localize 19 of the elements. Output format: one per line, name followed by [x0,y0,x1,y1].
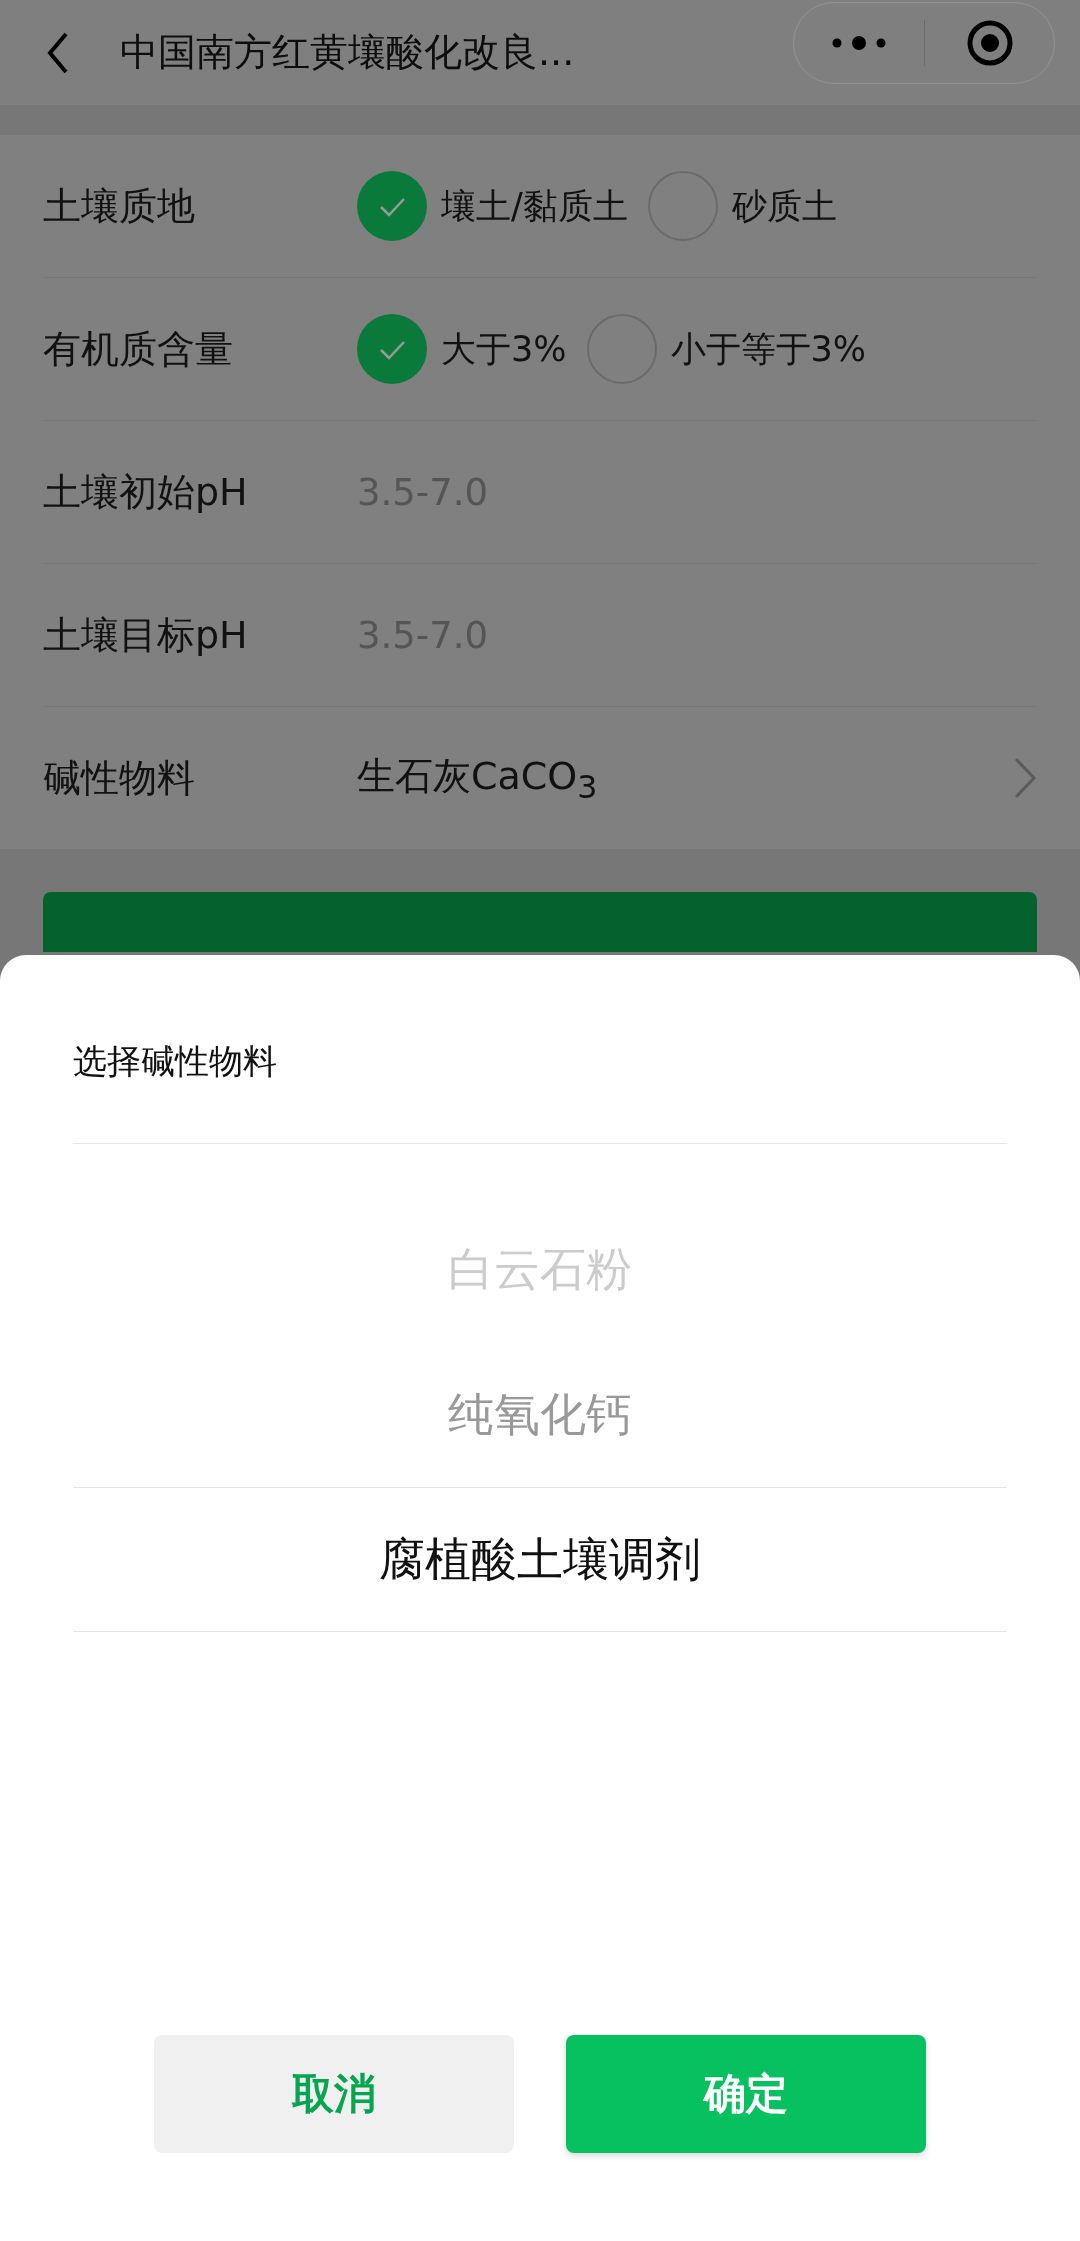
submit-button[interactable] [43,892,1037,952]
radio-checked-icon[interactable] [357,314,427,384]
picker-title: 选择碱性物料 [73,1041,277,1081]
option-label[interactable]: 壤土/黏质土 [441,182,628,230]
field-label: 土壤初始pH [43,468,249,516]
field-label: 土壤质地 [43,182,196,230]
option-label[interactable]: 大于3% [441,325,567,373]
field-label: 碱性物料 [43,754,196,802]
option-label[interactable]: 小于等于3% [670,325,867,373]
field-label: 有机质含量 [43,325,234,373]
option-label[interactable]: 砂质土 [731,182,837,230]
field-label: 土壤目标pH [43,611,249,659]
cancel-button[interactable]: 取消 [154,2035,514,2153]
picker-option[interactable]: 纯氧化钙 [448,1383,632,1446]
radio-checked-icon[interactable] [357,171,427,241]
chevron-right-icon [1013,756,1037,800]
select-value[interactable]: 生石灰CaCO$_{3}$ [357,751,1013,805]
picker-option[interactable]: 腐植酸土壤调剂 [379,1528,701,1591]
page-title: 中国南方红黄壤酸化改良... [120,29,576,76]
